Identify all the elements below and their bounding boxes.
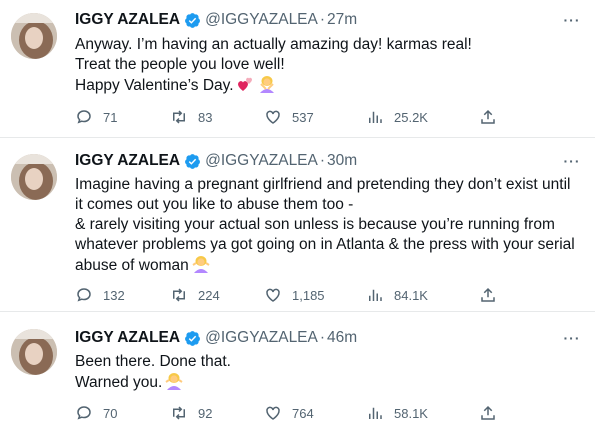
tweet-text: Imagine having a pregnant girlfriend and… (75, 175, 580, 276)
separator-dot: · (319, 11, 326, 28)
tweet-line: & rarely visiting your actual son unless… (75, 216, 555, 233)
views-button[interactable]: 25.2K (366, 106, 428, 128)
retweet-count: 92 (198, 405, 213, 421)
views-count: 84.1K (394, 287, 428, 303)
reply-button[interactable]: 71 (75, 106, 117, 128)
views-button[interactable]: 84.1K (366, 284, 428, 306)
tweet-line-with-emoji: Warned you. (75, 372, 580, 393)
separator-dot: · (319, 152, 326, 169)
like-button[interactable]: 1,185 (264, 284, 325, 306)
share-button[interactable] (479, 106, 507, 128)
tweet-line: it comes out you like to abuse them too … (75, 196, 354, 213)
retweet-icon (173, 288, 185, 302)
tweet-line: whatever problems ya got going on in Atl… (75, 236, 575, 253)
share-button[interactable] (479, 284, 507, 306)
two-hearts-emoji (237, 75, 255, 93)
tweet-header: IGGY AZALEA @IGGYAZALEA · 27m (75, 9, 357, 31)
reply-count: 71 (103, 109, 118, 125)
reply-icon (77, 406, 91, 420)
tweet[interactable]: IGGY AZALEA @IGGYAZALEA · 30m ··· Imagin… (0, 138, 595, 312)
retweet-button[interactable]: 83 (170, 106, 212, 128)
timeline: IGGY AZALEA @IGGYAZALEA · 27m ··· Anyway… (0, 0, 595, 436)
tweet-line: abuse of woman (75, 257, 189, 274)
handle[interactable]: @IGGYAZALEA (205, 152, 318, 170)
person-gesturing-no-emoji (258, 75, 276, 93)
reply-button[interactable]: 70 (75, 402, 117, 424)
timestamp[interactable]: 27m (327, 11, 357, 29)
tweet[interactable]: IGGY AZALEA @IGGYAZALEA · 46m ··· Been t… (0, 312, 595, 436)
heart-icon (266, 288, 280, 302)
reply-count: 70 (103, 405, 118, 421)
handle[interactable]: @IGGYAZALEA (205, 329, 318, 347)
timestamp[interactable]: 46m (327, 329, 357, 347)
reply-icon (77, 110, 91, 124)
views-count: 25.2K (394, 109, 428, 125)
tweet-actions: 71 83 537 25.2K (75, 106, 505, 128)
tweet-text: Anyway. I’m having an actually amazing d… (75, 35, 580, 96)
views-chart-icon (369, 407, 382, 419)
avatar[interactable] (11, 154, 57, 200)
retweet-count: 224 (198, 287, 220, 303)
share-icon (481, 405, 495, 420)
tweet-actions: 132 224 1,185 84.1K (75, 284, 505, 306)
verified-badge-icon (184, 330, 201, 347)
share-button[interactable] (479, 402, 507, 424)
retweet-button[interactable]: 224 (170, 284, 220, 306)
display-name[interactable]: IGGY AZALEA (75, 11, 180, 29)
tweet-line: Anyway. I’m having an actually amazing d… (75, 36, 472, 53)
heart-icon (266, 110, 280, 124)
share-icon (481, 109, 495, 124)
display-name[interactable]: IGGY AZALEA (75, 329, 180, 347)
tweet-line: Happy Valentine’s Day. (75, 77, 234, 94)
tweet-header: IGGY AZALEA @IGGYAZALEA · 46m (75, 327, 357, 349)
like-button[interactable]: 537 (264, 106, 314, 128)
handle[interactable]: @IGGYAZALEA (205, 11, 318, 29)
retweet-count: 83 (198, 109, 213, 125)
tweet-line: Imagine having a pregnant girlfriend and… (75, 176, 571, 193)
avatar[interactable] (11, 13, 57, 59)
timestamp[interactable]: 30m (327, 152, 357, 170)
heart-icon (266, 406, 280, 420)
more-options-icon[interactable]: ··· (563, 329, 581, 347)
tweet-line-with-emoji: Happy Valentine’s Day. (75, 75, 580, 96)
views-count: 58.1K (394, 405, 428, 421)
retweet-button[interactable]: 92 (170, 402, 212, 424)
retweet-icon (173, 406, 185, 420)
tweet-actions: 70 92 764 58.1K (75, 402, 505, 424)
more-options-icon[interactable]: ··· (563, 11, 581, 29)
views-button[interactable]: 58.1K (366, 402, 428, 424)
verified-badge-icon (184, 153, 201, 170)
share-icon (481, 287, 495, 302)
reply-count: 132 (103, 287, 125, 303)
reply-icon (77, 288, 91, 302)
like-button[interactable]: 764 (264, 402, 314, 424)
tweet-line: Warned you. (75, 374, 163, 391)
person-shrugging-emoji (165, 372, 183, 390)
retweet-icon (173, 110, 185, 124)
like-count: 1,185 (292, 287, 325, 303)
tweet[interactable]: IGGY AZALEA @IGGYAZALEA · 27m ··· Anyway… (0, 0, 595, 138)
like-count: 764 (292, 405, 314, 421)
views-chart-icon (369, 111, 382, 123)
tweet-line: Been there. Done that. (75, 353, 231, 370)
tweet-line: Treat the people you love well! (75, 56, 285, 73)
reply-button[interactable]: 132 (75, 284, 125, 306)
tweet-header: IGGY AZALEA @IGGYAZALEA · 30m (75, 150, 357, 172)
tweet-line-with-emoji: abuse of woman (75, 255, 580, 276)
avatar[interactable] (11, 329, 57, 375)
more-options-icon[interactable]: ··· (563, 152, 581, 170)
verified-badge-icon (184, 12, 201, 29)
views-chart-icon (369, 289, 382, 301)
tweet-text: Been there. Done that. Warned you. (75, 352, 580, 393)
like-count: 537 (292, 109, 314, 125)
separator-dot: · (319, 329, 326, 346)
display-name[interactable]: IGGY AZALEA (75, 152, 180, 170)
person-shrugging-emoji (192, 255, 210, 273)
